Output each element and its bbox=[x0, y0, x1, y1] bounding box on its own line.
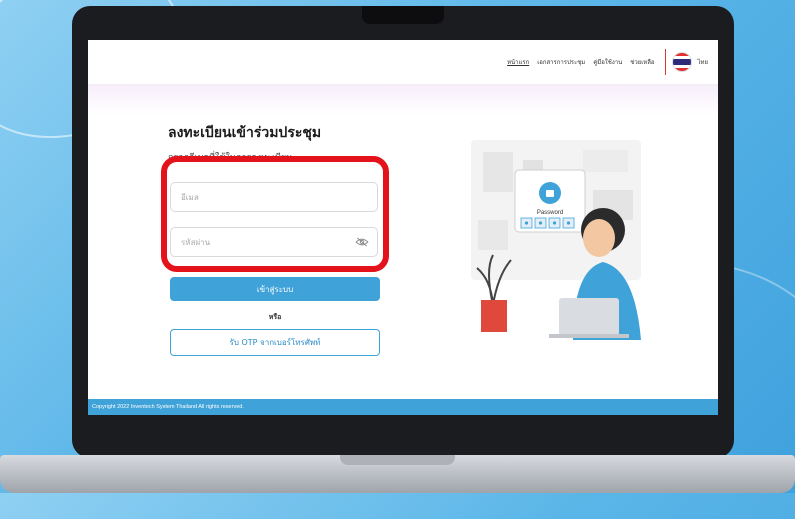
footer: Copyright 2022 Inventech System Thailand… bbox=[88, 399, 718, 415]
nav-user-manual[interactable]: คู่มือใช้งาน bbox=[593, 57, 622, 67]
laptop-frame: หน้าแรก เอกสารการประชุม คู่มือใช้งาน ช่ว… bbox=[72, 6, 734, 458]
hero-band bbox=[88, 85, 718, 115]
language-selector[interactable]: ไทย bbox=[698, 57, 709, 67]
or-separator: หรือ bbox=[268, 313, 282, 321]
top-navbar: หน้าแรก เอกสารการประชุม คู่มือใช้งาน ช่ว… bbox=[88, 40, 718, 85]
laptop-screen: หน้าแรก เอกสารการประชุม คู่มือใช้งาน ช่ว… bbox=[88, 40, 718, 415]
nav-help[interactable]: ช่วยเหลือ bbox=[630, 57, 654, 67]
nav-meeting-documents[interactable]: เอกสารการประชุม bbox=[537, 57, 585, 67]
login-button[interactable]: เข้าสู่ระบบ bbox=[170, 277, 380, 301]
thai-flag-icon[interactable] bbox=[671, 52, 692, 72]
laptop-base-notch bbox=[340, 455, 455, 465]
highlight-frame bbox=[161, 156, 389, 272]
login-illustration: Password bbox=[471, 140, 641, 340]
camera-notch bbox=[362, 6, 444, 24]
page-title: ลงทะเบียนเข้าร่วมประชุม bbox=[168, 125, 322, 141]
laptop-base bbox=[0, 455, 795, 493]
nav-home[interactable]: หน้าแรก bbox=[507, 57, 529, 67]
otp-button[interactable]: รับ OTP จากเบอร์โทรศัพท์ bbox=[170, 329, 380, 356]
copyright-text: Copyright 2022 Inventech System Thailand… bbox=[92, 404, 244, 410]
password-caption: Password bbox=[537, 210, 563, 216]
nav-divider bbox=[664, 49, 666, 75]
